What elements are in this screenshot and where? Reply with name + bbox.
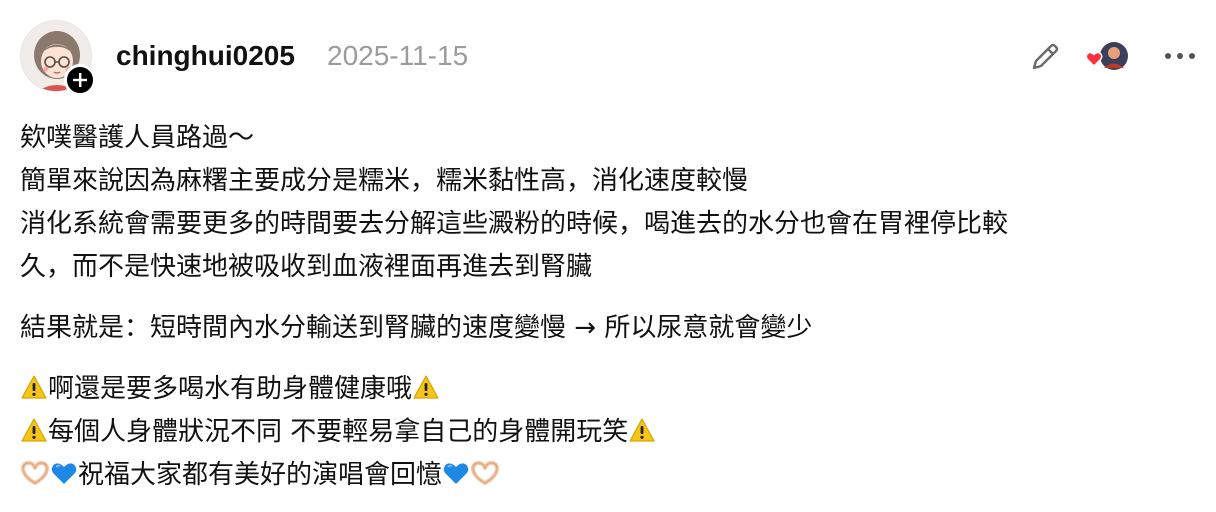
post-body: 欸噗醫護人員路過～ 簡單來說因為麻糬主要成分是糯米，糯米黏性高，消化速度較慢 消… [20,117,1200,497]
warning-icon [20,371,48,414]
heart-avatar-reaction [1085,42,1128,70]
body-line: 久，而不是快速地被吸收到血液裡面再進去到腎臟 [20,252,593,282]
author-avatar-wrap[interactable] [20,20,96,96]
emoji-line: 啊還是要多喝水有助身體健康哦 [20,368,1200,411]
pencil-icon [1032,43,1059,70]
blue-heart-icon [442,457,470,500]
follow-button[interactable] [64,64,96,96]
heart-hands-icon [470,457,500,500]
body-line: 結果就是：短時間內水分輸送到腎臟的速度變慢 → 所以尿意就會變少 [20,313,813,343]
plus-icon [73,73,87,87]
emoji-line-text: 祝福大家都有美好的演唱會回憶 [78,460,443,490]
reaction-button[interactable] [1084,40,1132,74]
emoji-line: 祝福大家都有美好的演唱會回憶 [20,454,1200,497]
username-link[interactable]: chinghui0205 [116,38,295,74]
edit-button[interactable] [1028,40,1062,74]
more-options-button[interactable] [1160,44,1200,68]
emoji-line-text: 每個人身體狀況不同 不要輕易拿自己的身體開玩笑 [48,417,629,447]
ellipsis-icon [1165,53,1195,59]
emoji-line-text: 啊還是要多喝水有助身體健康哦 [48,374,413,404]
thread-post: chinghui0205 2025-11-15 欸噗醫護人員路過～ 簡單來說因為… [0,0,1216,512]
post-timestamp: 2025-11-15 [327,40,469,71]
emoji-line: 每個人身體狀況不同 不要輕易拿自己的身體開玩笑 [20,411,1200,454]
warning-icon [628,414,656,457]
body-line: 簡單來說因為麻糬主要成分是糯米，糯米黏性高，消化速度較慢 [20,166,749,196]
warning-icon [20,414,48,457]
warning-icon [412,371,440,414]
body-line: 欸噗醫護人員路過～ [20,123,255,153]
blue-heart-icon [50,457,78,500]
heart-hands-icon [20,457,50,500]
body-line: 消化系統會需要更多的時間要去分解這些澱粉的時候，喝進去的水分也會在胃裡停比較 [20,209,1009,239]
